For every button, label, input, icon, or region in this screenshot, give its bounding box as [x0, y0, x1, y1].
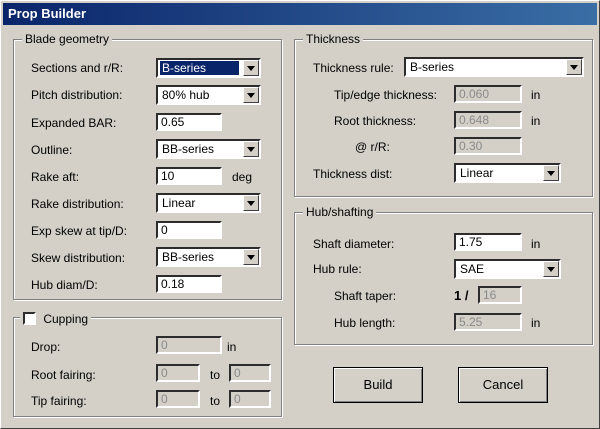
pitch-label: Pitch distribution: [31, 88, 123, 102]
thickness-dist-value: Linear [460, 166, 494, 180]
outline-label: Outline: [31, 143, 73, 157]
rake-field[interactable]: 10 [156, 167, 222, 185]
drop-unit: in [227, 340, 237, 354]
shaft-diameter-unit: in [531, 237, 541, 251]
root-thickness-field[interactable]: 0.648 [454, 111, 522, 129]
at-rr-label: @ r/R: [355, 140, 390, 154]
shaft-taper-field[interactable]: 16 [478, 286, 522, 304]
thickness-rule-label: Thickness rule: [313, 61, 394, 75]
chevron-down-icon[interactable] [243, 87, 259, 103]
chevron-down-icon[interactable] [543, 165, 559, 181]
hub-rule-label: Hub rule: [313, 262, 362, 276]
cupping-label: Cupping [43, 312, 89, 326]
tip-thickness-field[interactable]: 0.060 [454, 85, 522, 103]
bar-field[interactable]: 0.65 [156, 113, 222, 131]
hub-diam-label: Hub diam/D: [31, 278, 98, 292]
chevron-down-icon[interactable] [566, 59, 582, 75]
chevron-down-icon[interactable] [243, 141, 259, 157]
root-thickness-label: Root thickness: [334, 114, 417, 128]
tip-thickness-label: Tip/edge thickness: [334, 88, 437, 102]
tip-thickness-unit: in [531, 88, 541, 102]
hub-length-field[interactable]: 5.25 [454, 313, 522, 331]
thickness-dist-select[interactable]: Linear [454, 163, 561, 183]
chevron-down-icon[interactable] [243, 249, 259, 265]
sections-label: Sections and r/R: [31, 61, 124, 75]
pitch-select[interactable]: 80% hub [156, 85, 261, 105]
shaft-diameter-label: Shaft diameter: [313, 237, 395, 251]
tip-fairing-to-label: to [210, 394, 221, 408]
at-rr-field[interactable]: 0.30 [454, 137, 522, 155]
root-fairing-to-label: to [210, 368, 221, 382]
root-fairing-label: Root fairing: [31, 368, 96, 382]
cupping-checkbox[interactable] [23, 312, 36, 325]
drop-field[interactable]: 0 [156, 336, 222, 354]
chevron-down-icon[interactable] [543, 261, 559, 277]
pitch-value: 80% hub [162, 88, 210, 102]
chevron-down-icon[interactable] [243, 60, 259, 76]
shaft-taper-prefix: 1 / [454, 288, 469, 303]
thickness-legend: Thickness [303, 32, 364, 46]
exp-skew-label: Exp skew at tip/D: [31, 224, 128, 238]
bar-label: Expanded BAR: [31, 116, 117, 130]
window-title: Prop Builder [8, 6, 87, 21]
rake-dist-label: Rake distribution: [31, 197, 124, 211]
sections-value: B-series [159, 60, 240, 76]
thickness-rule-value: B-series [410, 60, 455, 74]
hub-rule-value: SAE [460, 262, 485, 276]
skew-dist-label: Skew distribution: [31, 251, 126, 265]
hub-diam-field[interactable]: 0.18 [156, 275, 222, 293]
tip-fairing-from-field[interactable]: 0 [156, 390, 200, 408]
outline-value: BB-series [162, 142, 215, 156]
blade-geometry-legend: Blade geometry [22, 32, 113, 46]
rake-dist-select[interactable]: Linear [156, 193, 261, 213]
rake-unit: deg [232, 170, 253, 184]
tip-fairing-to-field[interactable]: 0 [229, 390, 271, 408]
exp-skew-field[interactable]: 0 [156, 221, 222, 239]
title-bar[interactable]: Prop Builder [3, 3, 597, 25]
rake-label: Rake aft: [31, 170, 80, 184]
thickness-dist-label: Thickness dist: [313, 167, 393, 181]
outline-select[interactable]: BB-series [156, 139, 261, 159]
skew-dist-select[interactable]: BB-series [156, 247, 261, 267]
build-button[interactable]: Build [333, 367, 423, 403]
rake-dist-value: Linear [162, 196, 196, 210]
hub-length-label: Hub length: [334, 316, 396, 330]
skew-dist-value: BB-series [162, 250, 215, 264]
prop-builder-window: Prop Builder Blade geometry Sections and… [0, 0, 600, 429]
cupping-legend: Cupping [20, 310, 92, 326]
sections-select[interactable]: B-series [156, 58, 261, 78]
chevron-down-icon[interactable] [243, 195, 259, 211]
shaft-taper-label: Shaft taper: [334, 289, 397, 303]
drop-label: Drop: [31, 340, 61, 354]
hub-rule-select[interactable]: SAE [454, 259, 561, 279]
hub-length-unit: in [531, 316, 541, 330]
shaft-diameter-field[interactable]: 1.75 [454, 233, 522, 251]
root-thickness-unit: in [531, 114, 541, 128]
thickness-rule-select[interactable]: B-series [404, 57, 584, 77]
tip-fairing-label: Tip fairing: [31, 394, 87, 408]
cancel-button[interactable]: Cancel [458, 367, 548, 403]
root-fairing-from-field[interactable]: 0 [156, 364, 200, 382]
hub-shafting-legend: Hub/shafting [303, 205, 377, 219]
root-fairing-to-field[interactable]: 0 [229, 364, 271, 382]
